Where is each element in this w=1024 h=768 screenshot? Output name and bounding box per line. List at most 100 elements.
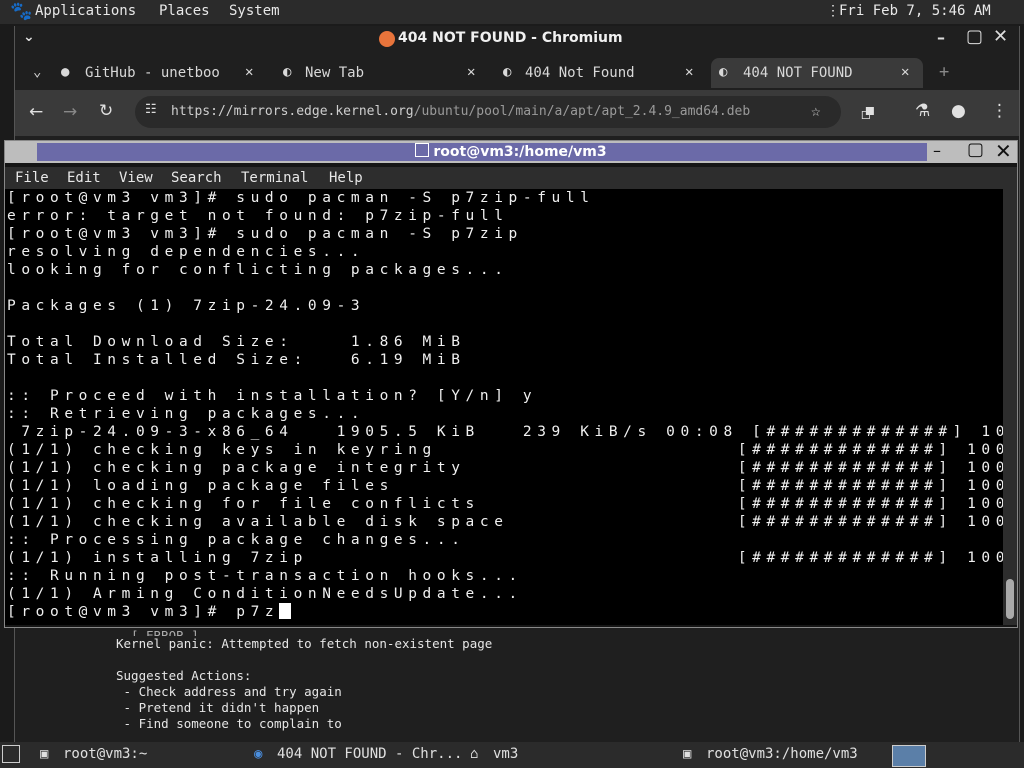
- menu-kebab-icon[interactable]: ⋮: [991, 101, 1008, 121]
- extensions-icon[interactable]: ⮻: [861, 101, 875, 130]
- forward-icon[interactable]: →: [63, 102, 77, 122]
- text-cursor: [279, 603, 292, 619]
- taskbar-item-root-home[interactable]: root@vm3:~: [63, 746, 147, 762]
- terminal-line: [root@vm3 vm3]# sudo pacman -S p7zip-ful…: [7, 190, 595, 206]
- terminal-line: Total Download Size: 1.86 MiB: [7, 334, 466, 350]
- terminal-line: (1/1) checking for file conflicts [#####…: [7, 496, 1003, 512]
- terminal-line: (1/1) checking available disk space [###…: [7, 514, 1003, 530]
- minimize-icon[interactable]: –: [937, 28, 945, 47]
- menu-view[interactable]: View: [119, 170, 153, 186]
- close-icon[interactable]: ✕: [993, 26, 1008, 47]
- tab-close-icon[interactable]: ✕: [685, 64, 693, 80]
- terminal-line: [root@vm3 vm3]# sudo pacman -S p7zip: [7, 226, 523, 242]
- taskbar-item-chromium[interactable]: 404 NOT FOUND - Chr...: [277, 746, 462, 762]
- globe-icon: ◐: [503, 64, 512, 80]
- terminal-line: (1/1) Arming ConditionNeedsUpdate...: [7, 586, 523, 602]
- tab-label: 404 NOT FOUND: [743, 65, 853, 81]
- terminal-window: root@vm3:/home/vm3 – ▢ ✕ File Edit View …: [4, 139, 1018, 628]
- tab-404-not-found[interactable]: ◐ 404 Not Found ✕: [497, 58, 703, 88]
- action-item: - Find someone to complain to: [116, 716, 342, 731]
- terminal-scrollbar[interactable]: [1003, 189, 1017, 625]
- terminal-line: :: Processing package changes...: [7, 532, 466, 548]
- globe-icon: ◐: [719, 64, 728, 80]
- tab-close-icon[interactable]: ✕: [245, 64, 253, 80]
- scrollbar-thumb[interactable]: [1006, 579, 1014, 619]
- panel-handle-icon: ⋮: [826, 3, 840, 19]
- chromium-icon: ◉: [254, 746, 263, 762]
- menu-terminal[interactable]: Terminal: [241, 170, 308, 186]
- menu-search[interactable]: Search: [171, 170, 222, 186]
- bottom-taskbar: ▣ root@vm3:~ ◉ 404 NOT FOUND - Chr... ⌂ …: [0, 742, 1024, 768]
- terminal-line: Total Installed Size: 6.19 MiB: [7, 352, 466, 368]
- terminal-line: looking for conflicting packages...: [7, 262, 509, 278]
- terminal-line: (1/1) installing 7zip [#############] 10…: [7, 550, 1003, 566]
- bookmark-star-icon[interactable]: ☆: [811, 101, 821, 120]
- terminal-icon: ▣: [683, 746, 692, 762]
- kernel-panic-text: Kernel panic: Attempted to fetch non-exi…: [116, 636, 493, 651]
- terminal-line: resolving dependencies...: [7, 244, 366, 260]
- terminal-app-icon: [415, 143, 430, 157]
- new-tab-icon[interactable]: +: [937, 58, 957, 88]
- tab-search-chevron-icon[interactable]: ⌄: [27, 58, 53, 88]
- chromium-logo-icon: [379, 31, 395, 47]
- tab-close-icon[interactable]: ✕: [901, 64, 909, 80]
- gnome-foot-icon[interactable]: 🐾: [10, 1, 32, 22]
- terminal-line: (1/1) checking package integrity [######…: [7, 460, 1003, 476]
- terminal-line: error: target not found: p7zip-full: [7, 208, 509, 224]
- tab-label: New Tab: [305, 65, 365, 81]
- system-menu[interactable]: System: [229, 3, 280, 19]
- terminal-prompt-line[interactable]: [root@vm3 vm3]# p7z: [5, 603, 1003, 621]
- terminal-line: Packages (1) 7zip-24.09-3: [7, 298, 366, 314]
- tab-new-tab[interactable]: ◐ New Tab ✕: [277, 58, 483, 88]
- terminal-icon: ▣: [40, 746, 49, 762]
- site-info-icon[interactable]: ☷: [145, 102, 157, 117]
- terminal-title: root@vm3:/home/vm3: [433, 144, 607, 160]
- tab-label: 404 Not Found: [525, 65, 635, 81]
- home-folder-icon: ⌂: [470, 746, 479, 762]
- window-title: 404 NOT FOUND - Chromium: [398, 30, 623, 46]
- top-panel: 🐾 Applications Places System ⋮ Fri Feb 7…: [0, 0, 1024, 24]
- suggested-actions-title: Suggested Actions:: [116, 668, 252, 683]
- menu-help[interactable]: Help: [329, 170, 363, 186]
- tab-label: GitHub - unetboo: [85, 65, 220, 81]
- places-menu[interactable]: Places: [159, 3, 210, 19]
- terminal-line: :: Proceed with installation? [Y/n] y: [7, 388, 538, 404]
- chromium-titlebar[interactable]: ⌄ 404 NOT FOUND - Chromium – ▢ ✕: [15, 26, 1019, 52]
- tab-close-icon[interactable]: ✕: [467, 64, 475, 80]
- window-menu-chevron-icon[interactable]: ⌄: [23, 29, 35, 45]
- terminal-title-wrap: root@vm3:/home/vm3: [5, 143, 1017, 160]
- github-icon: ●: [61, 64, 70, 80]
- menu-edit[interactable]: Edit: [67, 170, 101, 186]
- url-text[interactable]: https://mirrors.edge.kernel.org/ubuntu/p…: [171, 104, 750, 119]
- applications-menu[interactable]: Applications: [35, 3, 136, 19]
- globe-icon: ◐: [283, 64, 292, 80]
- taskbar-item-root-vm3-home[interactable]: root@vm3:/home/vm3: [706, 746, 858, 762]
- reload-icon[interactable]: ↻: [99, 101, 113, 121]
- tab-404-active[interactable]: ◐ 404 NOT FOUND ✕: [711, 58, 923, 88]
- error-header-partial: [ ERROR ]: [116, 628, 199, 636]
- action-item: - Check address and try again: [116, 684, 342, 699]
- terminal-line: (1/1) loading package files [###########…: [7, 478, 1003, 494]
- workspace-switcher[interactable]: [892, 745, 926, 767]
- tab-github[interactable]: ● GitHub - unetboo ✕: [55, 58, 261, 88]
- minimize-icon[interactable]: –: [933, 141, 941, 160]
- labs-flask-icon[interactable]: ⚗: [915, 101, 930, 121]
- maximize-icon[interactable]: ▢: [966, 26, 983, 47]
- terminal-line: :: Retrieving packages...: [7, 406, 366, 422]
- show-desktop-icon[interactable]: [2, 745, 20, 763]
- address-bar[interactable]: ☷ https://mirrors.edge.kernel.org/ubuntu…: [135, 96, 841, 128]
- profile-avatar-icon[interactable]: ●: [951, 101, 966, 121]
- maximize-icon[interactable]: ▢: [967, 139, 984, 160]
- close-icon[interactable]: ✕: [995, 139, 1012, 163]
- terminal-titlebar[interactable]: root@vm3:/home/vm3 – ▢ ✕: [5, 139, 1017, 163]
- clock[interactable]: Fri Feb 7, 5:46 AM: [839, 3, 991, 19]
- terminal-line: :: Running post-transaction hooks...: [7, 568, 523, 584]
- terminal-output[interactable]: [root@vm3 vm3]# sudo pacman -S p7zip-ful…: [5, 189, 1003, 625]
- back-icon[interactable]: ←: [29, 102, 43, 122]
- menu-file[interactable]: File: [15, 170, 49, 186]
- terminal-menubar: File Edit View Search Terminal Help: [5, 167, 1017, 189]
- taskbar-item-vm3[interactable]: vm3: [493, 746, 518, 762]
